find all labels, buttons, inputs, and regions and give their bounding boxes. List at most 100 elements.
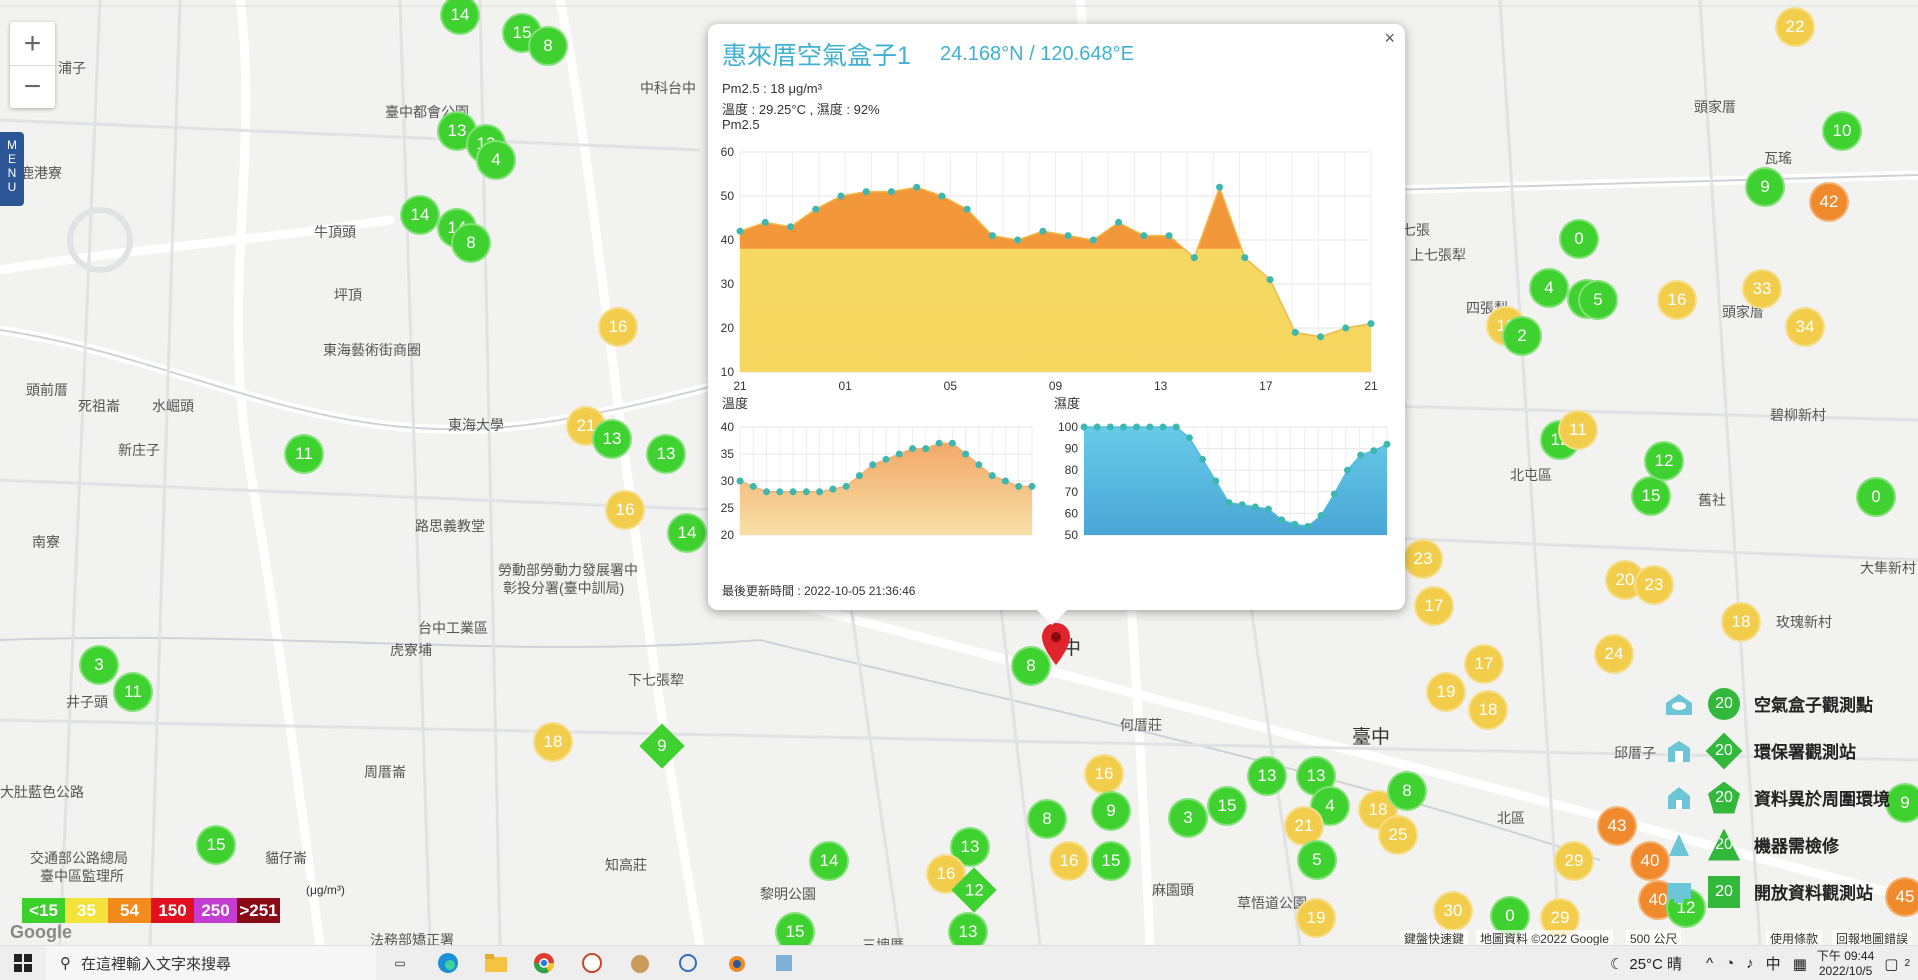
- app-icon[interactable]: [616, 946, 664, 980]
- airbox-marker[interactable]: 15: [1631, 476, 1671, 516]
- airbox-marker[interactable]: 16: [1657, 280, 1697, 320]
- airbox-marker[interactable]: 33: [1742, 269, 1782, 309]
- ime-indicator[interactable]: 中: [1766, 953, 1781, 974]
- airbox-marker[interactable]: 14: [667, 513, 707, 553]
- airbox-marker[interactable]: 19: [1426, 672, 1466, 712]
- airbox-marker[interactable]: 11: [113, 672, 153, 712]
- place-label: 台中工業區: [418, 620, 488, 636]
- map-canvas[interactable]: 浦子 中科台中 臺中都會公園 鹿港寮 牛頂頭 坪頂 東海藝術街商圈 頭前厝 死祖崙 水崛頭 新庄子東…: [0, 0, 1918, 945]
- airbox-marker[interactable]: 4: [476, 140, 516, 180]
- airbox-marker[interactable]: 11: [284, 434, 324, 474]
- keyboard-shortcuts-link[interactable]: 鍵盤快速鍵: [1400, 930, 1469, 945]
- data-point: [1190, 254, 1198, 262]
- airbox-marker[interactable]: 10: [1822, 111, 1862, 151]
- data-point: [1343, 466, 1351, 474]
- airbox-marker[interactable]: 23: [1403, 539, 1443, 579]
- airbox-marker[interactable]: 9: [1091, 791, 1131, 831]
- data-point: [909, 445, 917, 453]
- airbox-marker[interactable]: 8: [1027, 799, 1067, 839]
- google-logo: Google: [10, 922, 72, 942]
- airbox-marker[interactable]: 13: [1247, 756, 1287, 796]
- airbox-marker[interactable]: 8: [451, 223, 491, 263]
- airbox-marker[interactable]: 5: [1297, 840, 1337, 880]
- y-tick-label: 35: [721, 447, 735, 461]
- zoom-out-button[interactable]: −: [10, 65, 55, 108]
- start-button[interactable]: [0, 946, 46, 980]
- airbox-marker[interactable]: 23: [1634, 565, 1674, 605]
- airbox-marker[interactable]: 4: [1529, 268, 1569, 308]
- app-icon[interactable]: [760, 946, 808, 980]
- edge-icon[interactable]: [424, 946, 472, 980]
- airbox-marker[interactable]: 18: [1468, 690, 1508, 730]
- zoom-control[interactable]: + −: [10, 22, 55, 108]
- airbox-marker[interactable]: 18: [1721, 602, 1761, 642]
- legend-badge: 20: [1708, 828, 1740, 861]
- airbox-marker[interactable]: 34: [1785, 307, 1825, 347]
- airbox-marker[interactable]: 16: [605, 490, 645, 530]
- airbox-marker[interactable]: 15: [1091, 841, 1131, 881]
- file-explorer-icon[interactable]: [472, 946, 520, 980]
- airbox-marker[interactable]: 16: [1049, 841, 1089, 881]
- place-label: 中科台中: [640, 80, 696, 96]
- airbox-marker[interactable]: 2: [1502, 316, 1542, 356]
- clock[interactable]: 下午 09:44 2022/10/5: [1817, 949, 1874, 979]
- airbox-marker[interactable]: 15: [1207, 786, 1247, 826]
- location-pin-icon[interactable]: [1040, 622, 1072, 669]
- chrome-icon[interactable]: [520, 946, 568, 980]
- airbox-marker[interactable]: 30: [1433, 891, 1473, 931]
- data-point: [855, 472, 863, 480]
- airbox-marker[interactable]: 15: [196, 825, 236, 865]
- airbox-marker[interactable]: 9: [1745, 167, 1785, 207]
- blender-icon[interactable]: [712, 946, 760, 980]
- airbox-marker[interactable]: 8: [528, 26, 568, 66]
- volume-icon[interactable]: ♪: [1746, 955, 1754, 972]
- airbox-marker[interactable]: 13: [592, 419, 632, 459]
- airbox-marker[interactable]: 14: [400, 195, 440, 235]
- airbox-marker[interactable]: 0: [1856, 477, 1896, 517]
- airbox-marker[interactable]: 15: [775, 912, 815, 945]
- terms-link[interactable]: 使用條款: [1766, 930, 1823, 945]
- airbox-marker[interactable]: 19: [1296, 898, 1336, 938]
- airbox-marker[interactable]: 24: [1594, 634, 1634, 674]
- pm25-chart-label: Pm2.5: [722, 117, 760, 132]
- chevron-up-icon[interactable]: ^: [1706, 955, 1713, 972]
- airbox-marker[interactable]: 18: [533, 722, 573, 762]
- airbox-marker[interactable]: 16: [598, 307, 638, 347]
- airbox-marker[interactable]: 29: [1554, 841, 1594, 881]
- airbox-marker[interactable]: 13: [646, 434, 686, 474]
- airbox-marker[interactable]: 5: [1578, 280, 1618, 320]
- airbox-marker[interactable]: 42: [1809, 182, 1849, 222]
- airbox-marker[interactable]: 17: [1464, 644, 1504, 684]
- airbox-marker[interactable]: 11: [1558, 410, 1598, 450]
- airbox-marker[interactable]: 0: [1559, 219, 1599, 259]
- app-icon[interactable]: [568, 946, 616, 980]
- airbox-marker[interactable]: 8: [1387, 771, 1427, 811]
- app-icon[interactable]: [664, 946, 712, 980]
- report-error-link[interactable]: 回報地圖錯誤: [1832, 930, 1913, 945]
- place-label: 周厝崙: [364, 764, 406, 780]
- data-point: [736, 227, 744, 235]
- taskbar-search[interactable]: ⚲ 在這裡輸入文字來搜尋: [46, 945, 376, 980]
- airbox-marker[interactable]: 43: [1597, 806, 1637, 846]
- airbox-marker[interactable]: 13: [948, 912, 988, 945]
- task-view-icon[interactable]: ▭: [376, 946, 424, 980]
- airbox-marker[interactable]: 12: [1644, 441, 1684, 481]
- menu-toggle-button[interactable]: M E N U: [0, 132, 24, 206]
- data-point: [1216, 183, 1224, 191]
- notification-icon[interactable]: ▢: [1884, 955, 1898, 973]
- last-updated: 最後更新時間 : 2022-10-05 21:36:46: [722, 584, 916, 598]
- airbox-marker[interactable]: 14: [809, 841, 849, 881]
- airbox-marker[interactable]: 25: [1378, 815, 1418, 855]
- weather-text[interactable]: 25°C 晴: [1629, 953, 1682, 974]
- place-label: 浦子: [58, 60, 86, 76]
- close-icon[interactable]: ×: [1384, 28, 1395, 49]
- airbox-marker[interactable]: 17: [1414, 586, 1454, 626]
- network-icon[interactable]: ◔: [1725, 955, 1734, 972]
- airbox-marker[interactable]: 3: [79, 645, 119, 685]
- airbox-marker[interactable]: 3: [1168, 798, 1208, 838]
- search-icon: ⚲: [60, 955, 71, 972]
- airbox-marker[interactable]: 16: [1084, 754, 1124, 794]
- zoom-in-button[interactable]: +: [10, 22, 55, 65]
- place-label: 交通部公路總局: [30, 850, 128, 866]
- airbox-marker[interactable]: 22: [1775, 7, 1815, 47]
